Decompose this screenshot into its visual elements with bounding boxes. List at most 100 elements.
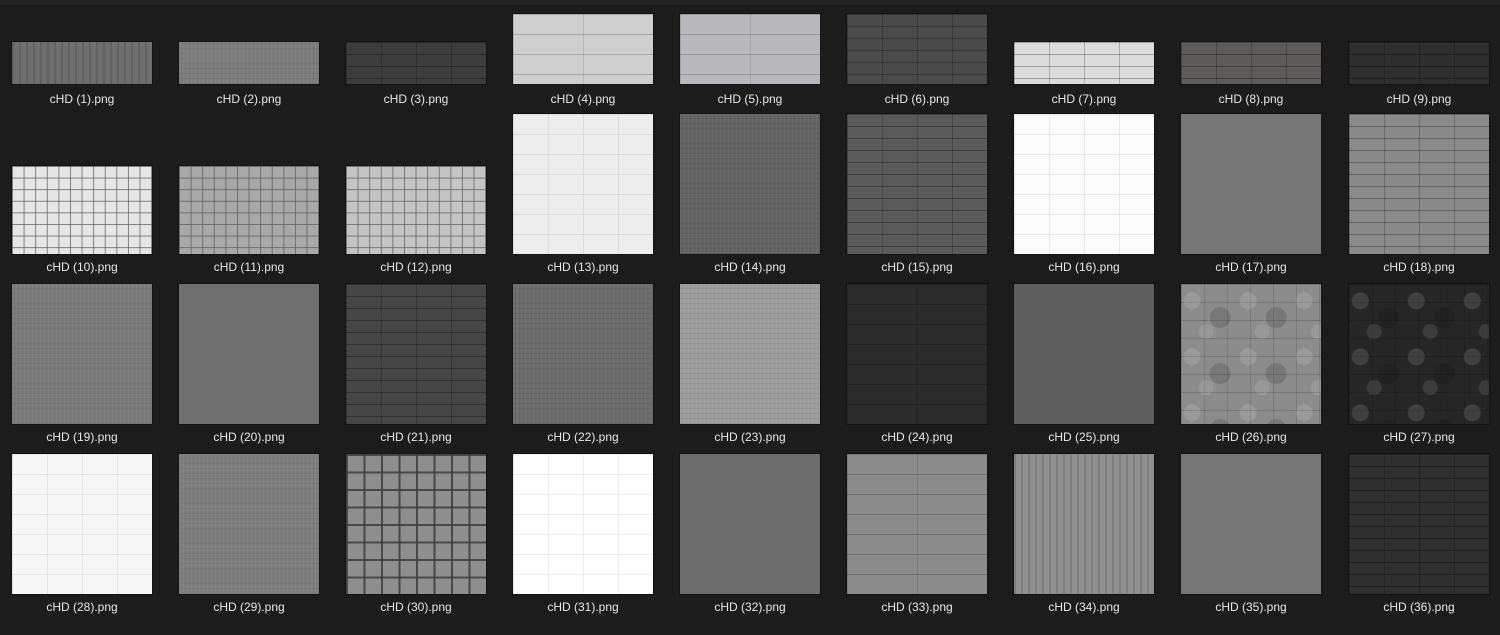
file-name-label: cHD (19).png	[46, 430, 118, 444]
file-item[interactable]: cHD (30).png	[334, 454, 501, 624]
texture-thumbnail	[346, 42, 486, 84]
file-name-label: cHD (2).png	[216, 92, 282, 106]
file-name-label: cHD (17).png	[1215, 260, 1287, 274]
file-item[interactable]: cHD (31).png	[501, 454, 668, 624]
file-item[interactable]: cHD (17).png	[1169, 114, 1336, 284]
file-item[interactable]: cHD (14).png	[668, 114, 835, 284]
thumbnail-frame	[12, 284, 152, 424]
file-name-label: cHD (12).png	[380, 260, 452, 274]
file-name-label: cHD (4).png	[550, 92, 616, 106]
file-item[interactable]: cHD (36).png	[1337, 454, 1500, 624]
texture-thumbnail	[513, 454, 653, 594]
thumbnail-frame	[1014, 284, 1154, 424]
file-item[interactable]: cHD (27).png	[1337, 284, 1500, 454]
texture-thumbnail	[680, 454, 820, 594]
texture-thumbnail	[1014, 284, 1154, 424]
file-item[interactable]: cHD (28).png	[0, 454, 167, 624]
thumbnail-frame	[346, 114, 486, 254]
file-name-label: cHD (16).png	[1048, 260, 1120, 274]
texture-thumbnail	[680, 114, 820, 254]
texture-thumbnail	[513, 14, 653, 84]
file-item[interactable]: cHD (35).png	[1169, 454, 1336, 624]
file-item[interactable]: cHD (15).png	[835, 114, 1002, 284]
file-name-label: cHD (26).png	[1215, 430, 1287, 444]
thumbnail-frame	[346, 284, 486, 424]
texture-thumbnail	[513, 114, 653, 254]
texture-thumbnail	[847, 14, 987, 84]
texture-thumbnail	[1181, 114, 1321, 254]
file-item[interactable]: cHD (33).png	[835, 454, 1002, 624]
texture-thumbnail	[1181, 284, 1321, 424]
file-item[interactable]: cHD (32).png	[668, 454, 835, 624]
texture-thumbnail	[12, 454, 152, 594]
thumbnail-frame	[346, 454, 486, 594]
file-name-label: cHD (28).png	[46, 600, 118, 614]
thumbnail-frame	[680, 454, 820, 594]
thumbnail-frame	[1349, 454, 1489, 594]
file-name-label: cHD (10).png	[46, 260, 118, 274]
texture-thumbnail	[1181, 42, 1321, 84]
texture-thumbnail	[179, 166, 319, 254]
thumbnail-frame	[12, 114, 152, 254]
file-thumbnail-grid: cHD (1).png cHD (2).png cHD (3).png cHD (4)…	[0, 0, 1500, 635]
file-name-label: cHD (29).png	[213, 600, 285, 614]
file-item[interactable]: cHD (16).png	[1002, 114, 1169, 284]
file-item[interactable]: cHD (21).png	[334, 284, 501, 454]
file-name-label: cHD (30).png	[380, 600, 452, 614]
file-item[interactable]: cHD (26).png	[1169, 284, 1336, 454]
file-name-label: cHD (23).png	[714, 430, 786, 444]
file-item[interactable]: cHD (18).png	[1337, 114, 1500, 284]
texture-thumbnail	[847, 284, 987, 424]
file-name-label: cHD (35).png	[1215, 600, 1287, 614]
thumbnail-frame	[12, 454, 152, 594]
texture-thumbnail	[179, 454, 319, 594]
texture-thumbnail	[847, 114, 987, 254]
thumbnail-frame	[179, 14, 319, 84]
thumbnail-frame	[179, 454, 319, 594]
file-item[interactable]: cHD (29).png	[167, 454, 334, 624]
file-name-label: cHD (7).png	[1051, 92, 1117, 106]
texture-thumbnail	[680, 14, 820, 84]
file-item[interactable]: cHD (20).png	[167, 284, 334, 454]
thumbnail-frame	[847, 284, 987, 424]
thumbnail-frame	[847, 14, 987, 84]
file-name-label: cHD (36).png	[1383, 600, 1455, 614]
file-name-label: cHD (25).png	[1048, 430, 1120, 444]
thumbnail-frame	[513, 284, 653, 424]
texture-thumbnail	[513, 284, 653, 424]
file-item[interactable]: cHD (19).png	[0, 284, 167, 454]
file-name-label: cHD (11).png	[213, 260, 285, 274]
file-item[interactable]: cHD (11).png	[167, 114, 334, 284]
file-item[interactable]: cHD (34).png	[1002, 454, 1169, 624]
file-name-label: cHD (14).png	[714, 260, 786, 274]
file-name-label: cHD (22).png	[547, 430, 619, 444]
texture-thumbnail	[1014, 114, 1154, 254]
texture-thumbnail	[1349, 284, 1489, 424]
texture-thumbnail	[12, 42, 152, 84]
thumbnail-frame	[1014, 114, 1154, 254]
file-name-label: cHD (31).png	[547, 600, 619, 614]
texture-thumbnail	[346, 454, 486, 594]
thumbnail-frame	[1014, 454, 1154, 594]
thumbnail-frame	[179, 284, 319, 424]
file-item[interactable]: cHD (10).png	[0, 114, 167, 284]
file-name-label: cHD (15).png	[881, 260, 953, 274]
file-name-label: cHD (34).png	[1048, 600, 1120, 614]
thumbnail-frame	[1181, 454, 1321, 594]
thumbnail-frame	[513, 14, 653, 84]
file-item[interactable]: cHD (24).png	[835, 284, 1002, 454]
file-name-label: cHD (3).png	[383, 92, 449, 106]
file-name-label: cHD (20).png	[213, 430, 285, 444]
texture-thumbnail	[1014, 42, 1154, 84]
file-item[interactable]: cHD (13).png	[501, 114, 668, 284]
texture-thumbnail	[1349, 114, 1489, 254]
file-name-label: cHD (27).png	[1383, 430, 1455, 444]
file-item[interactable]: cHD (22).png	[501, 284, 668, 454]
file-item[interactable]: cHD (23).png	[668, 284, 835, 454]
thumbnail-frame	[513, 114, 653, 254]
thumbnail-frame	[12, 14, 152, 84]
thumbnail-frame	[513, 454, 653, 594]
thumbnail-frame	[680, 284, 820, 424]
file-item[interactable]: cHD (12).png	[334, 114, 501, 284]
file-item[interactable]: cHD (25).png	[1002, 284, 1169, 454]
